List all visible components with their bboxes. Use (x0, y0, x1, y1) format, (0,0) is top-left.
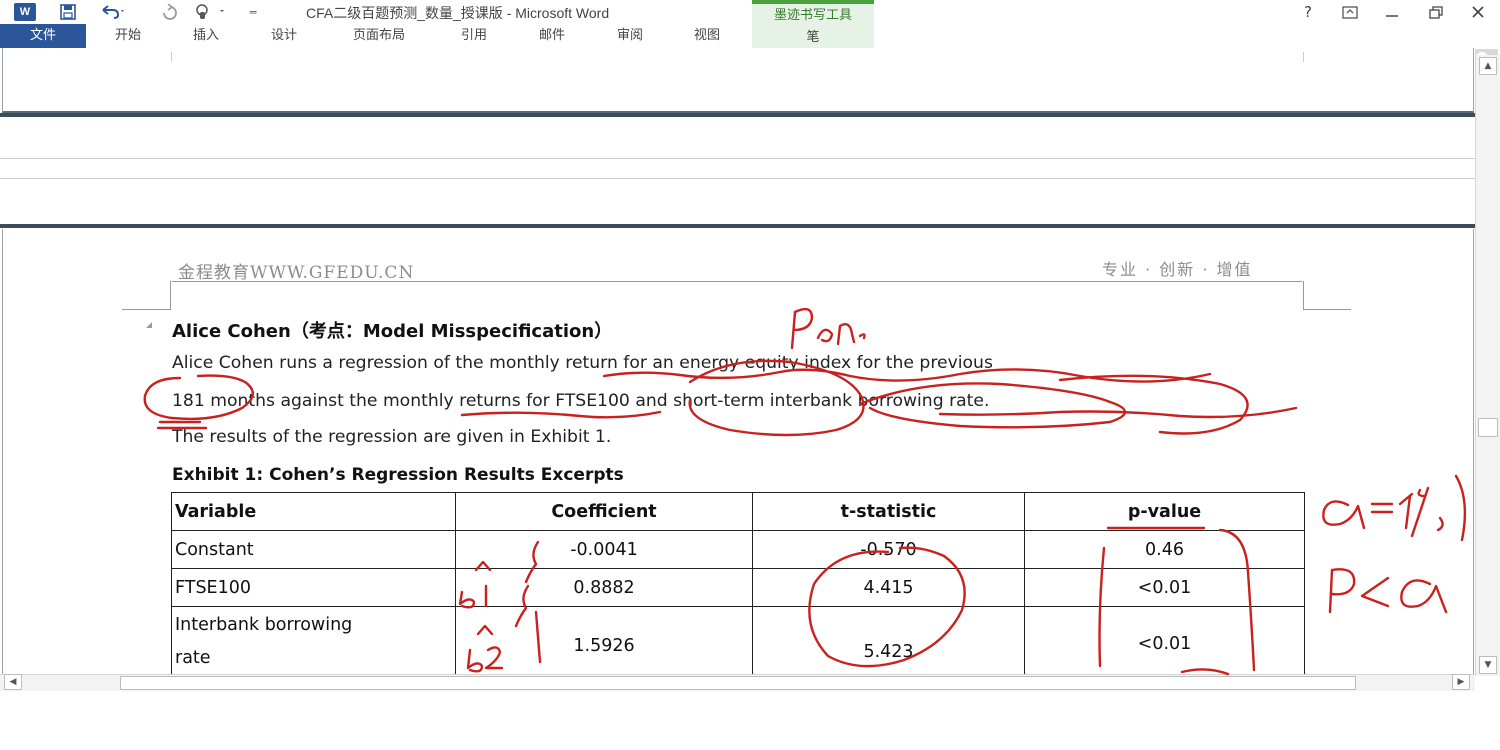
regression-table: Variable Coefficient t-statistic p-value… (171, 492, 1305, 678)
cell-variable: FTSE100 (171, 568, 456, 607)
cell-p-value-value: <0.01 (1137, 634, 1192, 654)
paragraph-line: The results of the regression are given … (172, 427, 612, 447)
cell-coefficient-value: 1.5926 (573, 635, 635, 656)
paragraph-line: Alice Cohen runs a regression of the mon… (172, 353, 993, 373)
table-header-row: Variable Coefficient t-statistic p-value (171, 492, 1305, 531)
margin-corner-right (1303, 281, 1304, 309)
cell-p-value: <0.01 (1024, 568, 1305, 607)
save-icon[interactable] (56, 2, 80, 22)
title-bar: W ═ CFA二级百题预测_数量_授课版 - Microsoft Word ? (0, 0, 1500, 24)
minimize-icon[interactable] (1378, 1, 1406, 23)
header-t-statistic: t-statistic (752, 492, 1025, 531)
table-row: Interbank borrowing rate 1.5926 5.423 <0… (171, 606, 1305, 678)
table-row: FTSE100 0.8882 4.415 <0.01 (171, 568, 1305, 607)
cell-coefficient: -0.0041 (455, 530, 753, 569)
word-app-icon[interactable]: W (14, 3, 36, 21)
divider (0, 178, 1475, 179)
tab-mailings[interactable]: 邮件 (524, 24, 580, 48)
restore-icon[interactable] (1422, 1, 1450, 23)
customize-qat-icon[interactable]: ═ (244, 2, 262, 22)
tab-design[interactable]: 设计 (256, 24, 312, 48)
header-right-text: 专业 · 创新 · 增值 (1102, 260, 1253, 279)
paragraph-line: 181 months against the monthly returns f… (172, 391, 990, 411)
cell-variable: Constant (171, 530, 456, 569)
cell-variable: Interbank borrowing rate (171, 606, 456, 678)
question-heading: Alice Cohen（考点：Model Misspecification） (172, 321, 613, 342)
document-title: CFA二级百题预测_数量_授课版 - Microsoft Word (306, 5, 610, 21)
cell-t-statistic: 5.423 (752, 606, 1025, 678)
touch-mode-icon[interactable] (190, 2, 230, 22)
cell-t-statistic-value: 5.423 (863, 642, 914, 662)
cell-coefficient: 0.8882 (455, 568, 753, 607)
tab-review[interactable]: 审阅 (602, 24, 658, 48)
ribbon-tabs: 文件 开始 插入 设计 页面布局 引用 邮件 审阅 视图 登录 (0, 24, 1500, 73)
tab-references[interactable]: 引用 (446, 24, 502, 48)
table-row: Constant -0.0041 -0.570 0.46 (171, 530, 1305, 569)
cell-t-statistic: -0.570 (752, 530, 1025, 569)
margin-corner-right-h (1303, 309, 1351, 310)
help-icon[interactable]: ? (1294, 1, 1322, 23)
previous-page-bottom (2, 48, 1474, 113)
cell-variable-line1: Interbank borrowing (175, 615, 353, 635)
vertical-scrollbar[interactable] (1475, 55, 1500, 676)
cell-coefficient: 1.5926 (455, 606, 753, 678)
close-icon[interactable] (1464, 1, 1492, 23)
ink-tools-group: 墨迹书写工具 笔 (752, 0, 874, 48)
scroll-up-icon[interactable]: ▲ (1479, 57, 1497, 75)
scroll-right-icon[interactable]: ▶ (1452, 674, 1470, 690)
margin-corner-left-h (122, 309, 171, 310)
tab-home[interactable]: 开始 (100, 24, 156, 48)
vertical-scroll-thumb[interactable] (1478, 418, 1498, 437)
page-separator (0, 224, 1475, 228)
tab-page-layout[interactable]: 页面布局 (334, 24, 424, 48)
tab-view[interactable]: 视图 (679, 24, 735, 48)
margin-corner-left (170, 281, 171, 309)
redo-icon[interactable] (158, 2, 182, 22)
ink-tools-title: 墨迹书写工具 (773, 8, 852, 23)
cell-t-statistic: 4.415 (752, 568, 1025, 607)
page-separator (0, 113, 1475, 117)
collapse-heading-icon[interactable] (146, 322, 152, 328)
tab-insert[interactable]: 插入 (178, 24, 234, 48)
header-rule (172, 281, 1302, 282)
scroll-down-icon[interactable]: ▼ (1479, 656, 1497, 674)
divider (0, 158, 1475, 159)
header-variable: Variable (171, 492, 456, 531)
cell-variable-line2: rate (175, 648, 211, 668)
header-p-value: p-value (1024, 492, 1305, 531)
horizontal-scroll-thumb[interactable] (120, 676, 1356, 690)
tab-pen[interactable]: 笔 (752, 26, 874, 45)
tab-file[interactable]: 文件 (0, 24, 86, 48)
header-left-text: 金程教育WWW.GFEDU.CN (178, 263, 415, 283)
exhibit-title: Exhibit 1: Cohen’s Regression Results Ex… (172, 465, 624, 485)
cell-p-value: 0.46 (1024, 530, 1305, 569)
header-coefficient: Coefficient (455, 492, 753, 531)
cell-p-value: <0.01 (1024, 606, 1305, 678)
scroll-left-icon[interactable]: ◀ (4, 674, 22, 690)
undo-icon[interactable] (98, 2, 128, 22)
ribbon-display-icon[interactable] (1336, 1, 1364, 23)
